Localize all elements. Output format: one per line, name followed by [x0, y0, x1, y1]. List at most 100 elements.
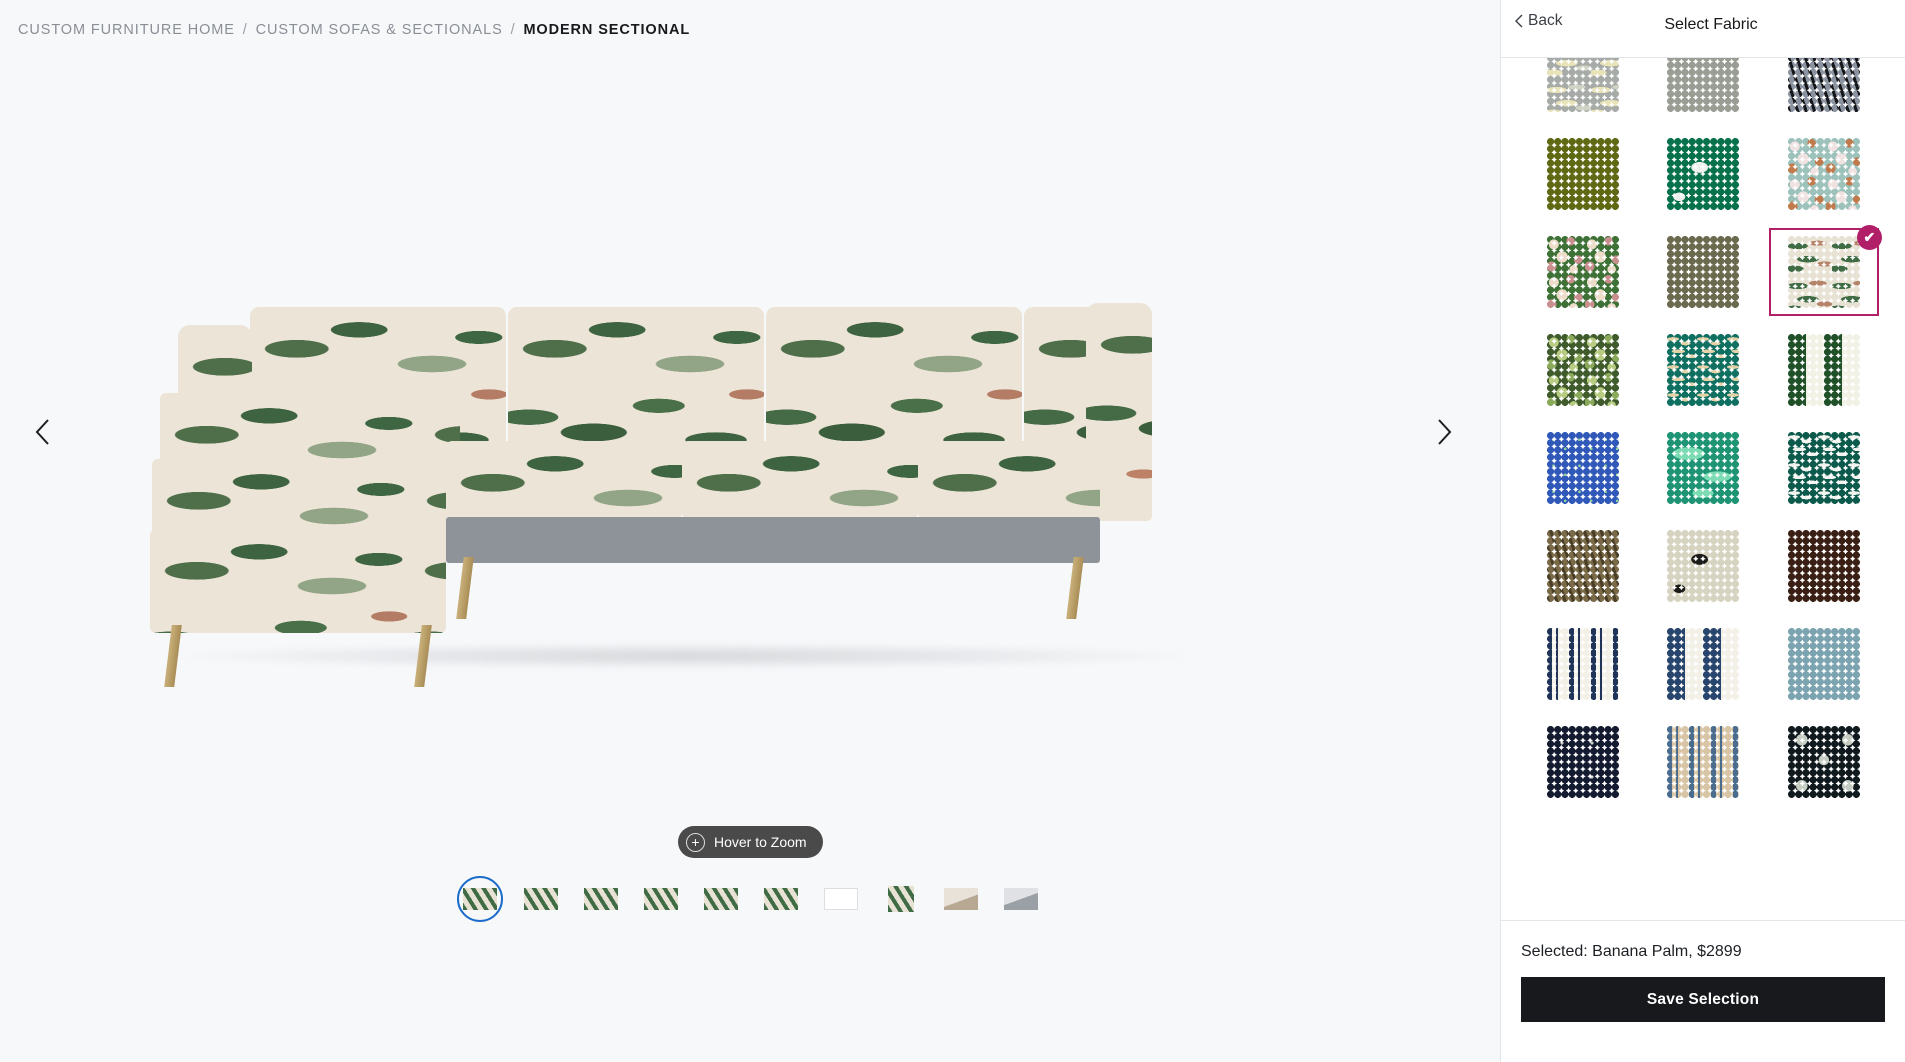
- swatch-midnight-navy-grommet[interactable]: [1534, 724, 1632, 800]
- next-image-button[interactable]: [1422, 410, 1466, 454]
- thumbnail-image: [584, 888, 618, 910]
- swatch-espresso-velvet[interactable]: [1775, 528, 1873, 604]
- swatch-navy-wide-stripe[interactable]: [1654, 626, 1752, 702]
- breadcrumb: CUSTOM FURNITURE HOME / CUSTOM SOFAS & S…: [18, 22, 690, 38]
- sofa-seat-cushion: [682, 441, 918, 519]
- swatch-texture: [1667, 726, 1740, 798]
- swatch-texture: [1547, 726, 1620, 798]
- swatch-blue-sand-awning-stripe[interactable]: [1654, 724, 1752, 800]
- thumbnail-sofa-angle-back[interactable]: [639, 877, 683, 921]
- swatch-texture: [1547, 236, 1620, 308]
- swatch-texture: [1667, 138, 1740, 210]
- hover-to-zoom-label: Hover to Zoom: [714, 834, 807, 850]
- chevron-right-icon: [1437, 419, 1451, 445]
- thumbnail-sofa-dimensions-diagram[interactable]: [819, 877, 863, 921]
- swatch-green-blossom-branch[interactable]: [1534, 234, 1632, 310]
- swatch-seafoam-bird-chinoiserie[interactable]: [1775, 136, 1873, 212]
- swatch-texture: [1787, 58, 1860, 112]
- swatch-texture: [1547, 530, 1620, 602]
- breadcrumb-separator: /: [242, 22, 248, 38]
- swatch-forest-wide-stripe[interactable]: [1775, 332, 1873, 408]
- breadcrumb-separator: /: [510, 22, 516, 38]
- swatch-texture: [1547, 432, 1620, 504]
- swatch-texture: [1667, 530, 1740, 602]
- swatch-emerald-toile[interactable]: [1654, 136, 1752, 212]
- product-viewer: CUSTOM FURNITURE HOME / CUSTOM SOFAS & S…: [0, 0, 1500, 1062]
- sofa-leg: [456, 557, 474, 619]
- swatch-navy-ticking-stripe[interactable]: [1534, 626, 1632, 702]
- thumbnail-strip: [0, 860, 1500, 938]
- swatch-texture: [1667, 236, 1740, 308]
- swatch-malachite-swirl[interactable]: [1654, 430, 1752, 506]
- thumbnail-image: [644, 888, 678, 910]
- swatch-blue-ditsy-floral[interactable]: [1534, 430, 1632, 506]
- swatch-slate-blue-linen[interactable]: [1775, 626, 1873, 702]
- swatch-cream-tiger-floral[interactable]: [1654, 528, 1752, 604]
- thumbnail-image: [764, 888, 798, 910]
- swatch-moss-solid[interactable]: [1654, 234, 1752, 310]
- swatch-texture: [1787, 432, 1860, 504]
- swatch-grey-botanical[interactable]: [1534, 58, 1632, 114]
- back-button[interactable]: Back: [1515, 12, 1562, 30]
- fabric-panel: Back Select Fabric ✔ Selected: Banana Pa…: [1500, 0, 1905, 1062]
- thumbnail-image: [704, 888, 738, 910]
- sofa-base-rail: [446, 517, 1100, 563]
- fabric-configurator: CUSTOM FURNITURE HOME / CUSTOM SOFAS & S…: [0, 0, 1905, 1062]
- thumbnail-sofa-angle-side[interactable]: [579, 877, 623, 921]
- image-stage: + Hover to Zoom: [0, 60, 1500, 858]
- back-label: Back: [1528, 12, 1563, 29]
- swatch-texture: [1667, 58, 1740, 112]
- breadcrumb-item-category[interactable]: CUSTOM SOFAS & SECTIONALS: [256, 22, 503, 38]
- sofa-chaise-base: [150, 529, 446, 633]
- chevron-left-icon: [35, 419, 49, 445]
- thumbnail-room-scene-lounge[interactable]: [999, 877, 1043, 921]
- thumbnail-sofa-detail-corner[interactable]: [699, 877, 743, 921]
- swatch-texture: [1547, 334, 1620, 406]
- swatch-texture: [1547, 138, 1620, 210]
- swatch-texture: [1667, 628, 1740, 700]
- swatch-charcoal-tiger[interactable]: [1775, 58, 1873, 114]
- swatch-green-zebra[interactable]: [1775, 430, 1873, 506]
- thumbnail-image: [463, 888, 497, 910]
- swatch-texture: [1547, 58, 1620, 112]
- swatch-indigo-shibori-ikat[interactable]: [1775, 724, 1873, 800]
- product-shadow: [170, 643, 1200, 669]
- swatch-texture: [1787, 530, 1860, 602]
- swatch-banana-palm[interactable]: ✔: [1768, 225, 1882, 316]
- thumbnail-image: [524, 888, 558, 910]
- swatch-sage-solid[interactable]: [1654, 58, 1752, 114]
- sofa-back-cushion: [766, 307, 1022, 455]
- swatch-scroll-area[interactable]: ✔: [1501, 58, 1905, 920]
- swatch-grid: ✔: [1501, 58, 1905, 824]
- previous-image-button[interactable]: [20, 410, 64, 454]
- sofa-chaise-back: [160, 393, 460, 463]
- fabric-panel-footer: Selected: Banana Palm, $2899 Save Select…: [1501, 920, 1905, 1062]
- thumbnail-sofa-angle-front[interactable]: [457, 876, 503, 922]
- thumbnail-image: [824, 888, 858, 910]
- swatch-texture: [1547, 628, 1620, 700]
- thumbnail-fabric-closeup[interactable]: [879, 877, 923, 921]
- thumbnail-image: [1004, 888, 1038, 910]
- sofa-seat-cushion: [446, 441, 682, 519]
- swatch-texture: [1787, 334, 1860, 406]
- chevron-left-icon: [1515, 14, 1523, 28]
- swatch-teal-leopard[interactable]: [1654, 332, 1752, 408]
- product-image[interactable]: [150, 245, 1350, 745]
- breadcrumb-item-current: MODERN SECTIONAL: [523, 22, 691, 38]
- save-selection-button[interactable]: Save Selection: [1521, 977, 1885, 1022]
- swatch-oak-leaf-tapestry[interactable]: [1534, 332, 1632, 408]
- thumbnail-sofa-detail-cushion[interactable]: [759, 877, 803, 921]
- swatch-olive-velvet[interactable]: [1534, 136, 1632, 212]
- swatch-texture: [1667, 334, 1740, 406]
- swatch-texture: [1667, 432, 1740, 504]
- plus-circle-icon: +: [686, 832, 705, 852]
- thumbnail-sofa-angle-three-quarter[interactable]: [519, 877, 563, 921]
- breadcrumb-item-home[interactable]: CUSTOM FURNITURE HOME: [18, 22, 235, 38]
- swatch-bronze-moire[interactable]: [1534, 528, 1632, 604]
- swatch-texture: [1787, 138, 1860, 210]
- thumbnail-room-scene-living[interactable]: [939, 877, 983, 921]
- fabric-panel-header: Back Select Fabric: [1501, 0, 1905, 58]
- check-icon: ✔: [1856, 225, 1882, 250]
- hover-to-zoom-button[interactable]: + Hover to Zoom: [678, 826, 823, 858]
- selected-fabric-label: Selected: Banana Palm, $2899: [1521, 943, 1742, 960]
